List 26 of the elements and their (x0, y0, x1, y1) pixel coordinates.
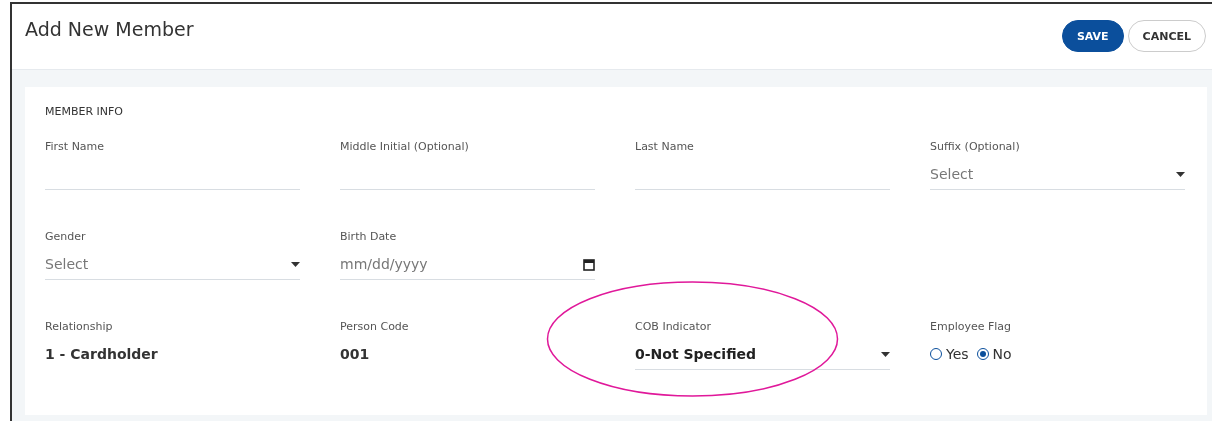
field-label: Last Name (635, 140, 695, 153)
caret-icon (881, 351, 890, 357)
field-label: Middle Initial (Optional) (340, 140, 470, 153)
radio-option[interactable]: No (976, 346, 1012, 362)
caret-icon (291, 261, 300, 267)
field-value: 1 - Cardholder (45, 345, 159, 364)
field-value: 001 (340, 345, 371, 364)
field-label: Birth Date (340, 230, 398, 243)
dropdown[interactable]: Select (930, 159, 1185, 190)
field-label: Gender (45, 230, 87, 243)
field-label: COB Indicator (635, 320, 712, 333)
field-label: Employee Flag (930, 320, 1013, 333)
dropdown[interactable]: 0-Not Specified (635, 339, 890, 370)
page-title: Add New Member (25, 18, 194, 40)
field-label: Relationship (45, 320, 114, 333)
section-title: MEMBER INFO (45, 105, 125, 118)
dropdown[interactable]: Select (45, 249, 300, 280)
field-label: Suffix (Optional) (930, 140, 1021, 153)
field-label: First Name (45, 140, 106, 153)
save-button[interactable]: SAVE (1061, 20, 1124, 52)
radio-option[interactable]: Yes (930, 346, 969, 362)
cancel-button[interactable]: CANCEL (1127, 20, 1206, 52)
caret-icon (1176, 171, 1185, 177)
calendar-icon (583, 257, 595, 271)
date-field[interactable]: mm/dd/yyyy (340, 249, 595, 280)
field-label: Person Code (340, 320, 410, 333)
